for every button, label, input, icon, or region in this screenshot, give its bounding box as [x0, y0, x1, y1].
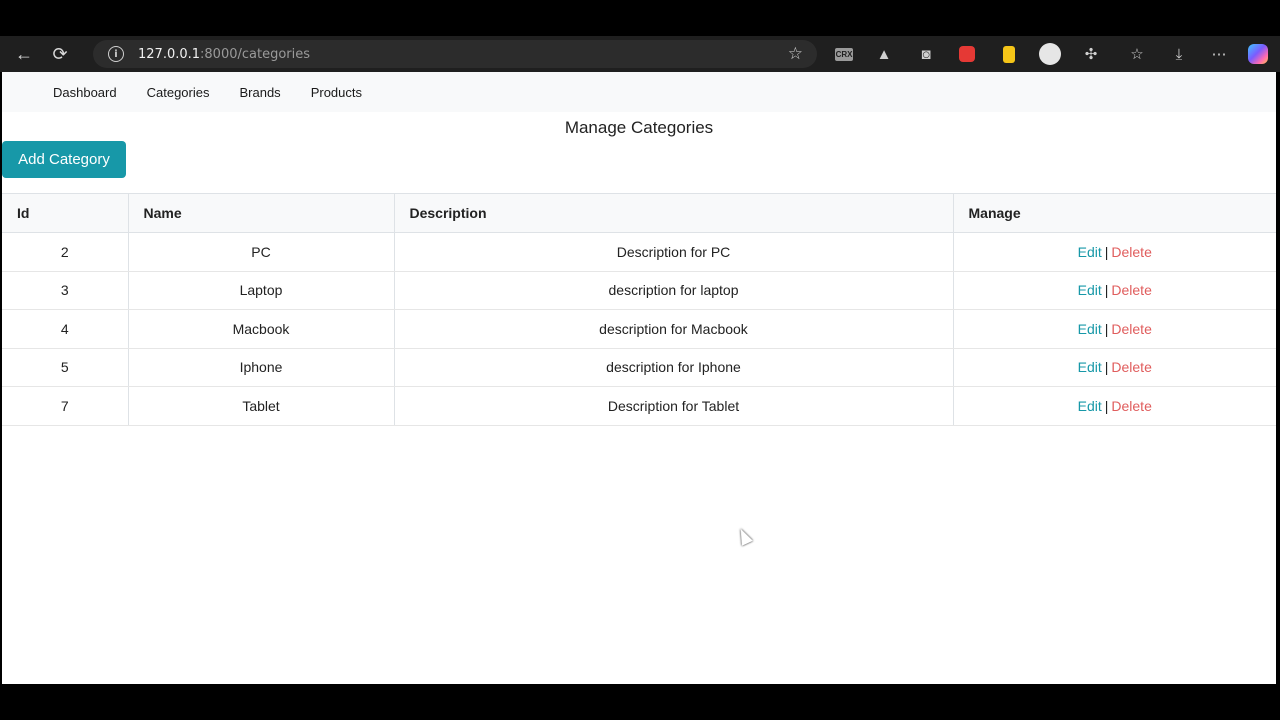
- delete-link[interactable]: Delete: [1111, 398, 1151, 414]
- delete-link[interactable]: Delete: [1111, 244, 1151, 260]
- delete-link[interactable]: Delete: [1111, 282, 1151, 298]
- column-header-description: Description: [393, 193, 953, 233]
- cell-manage: Edit | Delete: [952, 232, 1276, 272]
- table-row: 2 PC Description for PC Edit | Delete: [2, 232, 1276, 272]
- red-extension-icon[interactable]: [958, 36, 976, 72]
- cell-description: description for Macbook: [393, 309, 953, 349]
- nav-categories[interactable]: Categories: [147, 85, 210, 100]
- copilot-icon[interactable]: [1248, 36, 1268, 72]
- nav-products[interactable]: Products: [311, 85, 362, 100]
- edit-link[interactable]: Edit: [1078, 321, 1102, 337]
- separator: |: [1104, 320, 1109, 337]
- bottom-letterbox: [0, 684, 1280, 720]
- more-menu-icon[interactable]: ⋯: [1210, 36, 1228, 72]
- cell-manage: Edit | Delete: [952, 271, 1276, 310]
- column-header-name: Name: [127, 193, 394, 233]
- categories-table: Id Name Description Manage 2 PC Descript…: [2, 193, 1276, 426]
- table-row: 4 Macbook description for Macbook Edit | D…: [2, 309, 1276, 349]
- table-row: 7 Tablet Description for Tablet Edit | Del…: [2, 386, 1276, 426]
- table-header-row: Id Name Description Manage: [2, 193, 1276, 233]
- reload-icon[interactable]: ⟳: [42, 36, 78, 72]
- separator: |: [1104, 243, 1109, 260]
- nav-dashboard[interactable]: Dashboard: [53, 85, 117, 100]
- edit-link[interactable]: Edit: [1078, 398, 1102, 414]
- top-navbar: Dashboard Categories Brands Products: [2, 72, 1276, 112]
- cell-description: description for laptop: [393, 271, 953, 310]
- cell-description: Description for Tablet: [393, 386, 953, 426]
- cell-name: Iphone: [127, 348, 394, 387]
- cell-id: 3: [2, 271, 128, 310]
- cell-manage: Edit | Delete: [952, 309, 1276, 349]
- cell-manage: Edit | Delete: [952, 386, 1276, 426]
- top-letterbox: [0, 0, 1280, 36]
- nav-brands[interactable]: Brands: [239, 85, 280, 100]
- cell-id: 7: [2, 386, 128, 426]
- site-info-icon[interactable]: i: [108, 46, 124, 62]
- download-icon[interactable]: ⤓: [1170, 36, 1188, 72]
- url-text[interactable]: 127.0.0.1:8000/categories: [138, 47, 310, 62]
- yellow-extension-icon[interactable]: [1001, 36, 1017, 72]
- camera-icon[interactable]: ◙: [917, 36, 935, 72]
- cell-name: Macbook: [127, 309, 394, 349]
- separator: |: [1104, 282, 1109, 299]
- separator: |: [1104, 359, 1109, 376]
- crx-extension-icon[interactable]: CRX: [834, 36, 854, 72]
- cell-description: description for Iphone: [393, 348, 953, 387]
- extension-icon[interactable]: ▲: [875, 36, 893, 72]
- column-header-manage: Manage: [952, 193, 1276, 233]
- back-icon[interactable]: ←: [6, 36, 42, 72]
- separator: |: [1104, 397, 1109, 414]
- profile-avatar-icon[interactable]: [1039, 36, 1061, 72]
- delete-link[interactable]: Delete: [1111, 321, 1151, 337]
- column-header-id: Id: [2, 193, 128, 233]
- cell-name: PC: [127, 232, 394, 272]
- cell-id: 2: [2, 232, 128, 272]
- edit-link[interactable]: Edit: [1078, 282, 1102, 298]
- extensions-puzzle-icon[interactable]: ✣: [1082, 36, 1100, 72]
- cell-description: Description for PC: [393, 232, 953, 272]
- table-row: 5 Iphone description for Iphone Edit | Del…: [2, 348, 1276, 387]
- delete-link[interactable]: Delete: [1111, 359, 1151, 375]
- edit-link[interactable]: Edit: [1078, 359, 1102, 375]
- cell-name: Laptop: [127, 271, 394, 310]
- bookmark-star-icon[interactable]: ☆: [788, 44, 803, 64]
- table-row: 3 Laptop description for laptop Edit | Del…: [2, 271, 1276, 310]
- favorites-icon[interactable]: ☆: [1128, 36, 1146, 72]
- edit-link[interactable]: Edit: [1078, 244, 1102, 260]
- address-bar[interactable]: i 127.0.0.1:8000/categories ☆: [93, 40, 817, 68]
- cell-manage: Edit | Delete: [952, 348, 1276, 387]
- cell-name: Tablet: [127, 386, 394, 426]
- cell-id: 4: [2, 309, 128, 349]
- page-title: Manage Categories: [564, 118, 714, 137]
- cell-id: 5: [2, 348, 128, 387]
- page-viewport: Dashboard Categories Brands Products Man…: [2, 72, 1276, 684]
- add-category-button[interactable]: Add Category: [2, 141, 126, 178]
